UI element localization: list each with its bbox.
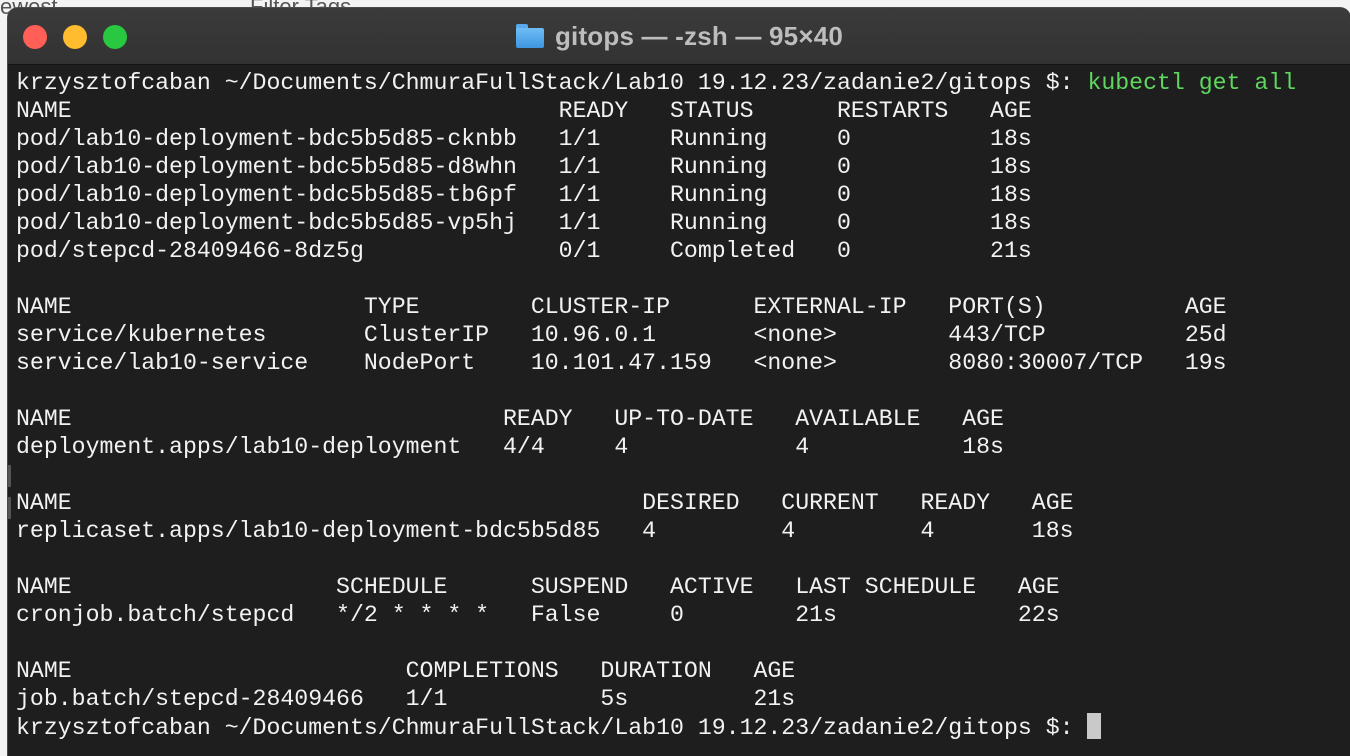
window-title-area: gitops — -zsh — 95×40 bbox=[8, 8, 1350, 64]
scroll-marker bbox=[8, 497, 11, 519]
output-line: pod/lab10-deployment-bdc5b5d85-vp5hj 1/1… bbox=[16, 210, 1032, 236]
output-line: replicaset.apps/lab10-deployment-bdc5b5d… bbox=[16, 518, 1074, 544]
output-line: pod/lab10-deployment-bdc5b5d85-tb6pf 1/1… bbox=[16, 182, 1032, 208]
terminal-window: gitops — -zsh — 95×40 krzysztofcaban ~/D… bbox=[8, 8, 1350, 756]
output-line: NAME TYPE CLUSTER-IP EXTERNAL-IP PORT(S)… bbox=[16, 294, 1227, 320]
final-prompt-text: krzysztofcaban ~/Documents/ChmuraFullSta… bbox=[16, 715, 1088, 741]
command-text: kubectl get all bbox=[1087, 70, 1297, 96]
terminal-content[interactable]: krzysztofcaban ~/Documents/ChmuraFullSta… bbox=[8, 65, 1350, 756]
output-line: NAME COMPLETIONS DURATION AGE bbox=[16, 658, 796, 684]
prompt-text: krzysztofcaban ~/Documents/ChmuraFullSta… bbox=[16, 70, 1088, 96]
output-line: cronjob.batch/stepcd */2 * * * * False 0… bbox=[16, 602, 1060, 628]
output-line: deployment.apps/lab10-deployment 4/4 4 4… bbox=[16, 434, 1004, 460]
text-cursor bbox=[1087, 713, 1102, 739]
window-title: gitops — -zsh — 95×40 bbox=[554, 20, 844, 51]
output-line: service/lab10-service NodePort 10.101.47… bbox=[16, 350, 1227, 376]
folder-icon bbox=[515, 23, 545, 49]
output-line: NAME DESIRED CURRENT READY AGE bbox=[16, 490, 1074, 516]
command-line: krzysztofcaban ~/Documents/ChmuraFullSta… bbox=[16, 69, 1296, 97]
output-line: NAME READY STATUS RESTARTS AGE bbox=[16, 98, 1032, 124]
output-line: job.batch/stepcd-28409466 1/1 5s 21s bbox=[16, 686, 796, 712]
final-prompt-line[interactable]: krzysztofcaban ~/Documents/ChmuraFullSta… bbox=[16, 713, 1296, 741]
output-line: NAME READY UP-TO-DATE AVAILABLE AGE bbox=[16, 406, 1004, 432]
output-line: pod/stepcd-28409466-8dz5g 0/1 Completed … bbox=[16, 238, 1032, 264]
terminal-lines: krzysztofcaban ~/Documents/ChmuraFullSta… bbox=[16, 69, 1296, 741]
output-line: pod/lab10-deployment-bdc5b5d85-cknbb 1/1… bbox=[16, 126, 1032, 152]
output-line: service/kubernetes ClusterIP 10.96.0.1 <… bbox=[16, 322, 1227, 348]
output-line: NAME SCHEDULE SUSPEND ACTIVE LAST SCHEDU… bbox=[16, 574, 1060, 600]
output-line: pod/lab10-deployment-bdc5b5d85-d8whn 1/1… bbox=[16, 154, 1032, 180]
scroll-marker bbox=[8, 465, 11, 487]
title-bar[interactable]: gitops — -zsh — 95×40 bbox=[8, 8, 1350, 65]
command-output: NAME READY STATUS RESTARTS AGE pod/lab10-… bbox=[16, 97, 1296, 713]
